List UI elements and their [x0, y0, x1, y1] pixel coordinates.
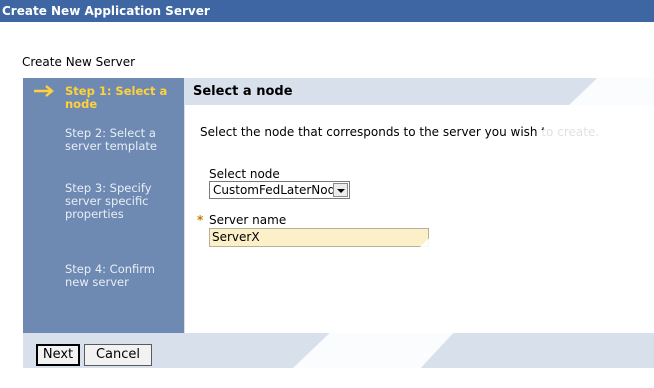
- next-button[interactable]: Next: [36, 344, 80, 366]
- required-marker: *: [197, 213, 204, 227]
- server-name-label: Server name: [209, 213, 287, 227]
- cancel-button[interactable]: Cancel: [84, 344, 152, 366]
- wizard-step-1: Step 1: Select a node: [65, 84, 168, 111]
- content-description: Select the node that corresponds to the …: [200, 125, 600, 139]
- content-header: Select a node: [185, 78, 654, 105]
- section-title: Create New Server: [22, 55, 136, 69]
- arrow-right-icon: [34, 85, 54, 97]
- select-node-label: Select node: [209, 167, 280, 181]
- select-node-value: CustomFedLaterNode: [213, 183, 343, 197]
- wizard-step-4: Step 4: Confirm new server: [65, 262, 156, 289]
- wizard-steps-panel: Step 1: Select a node Step 2: Select a s…: [23, 78, 184, 333]
- server-name-input[interactable]: ServerX: [209, 228, 429, 247]
- button-bar: Next Cancel: [23, 333, 654, 368]
- select-node-dropdown[interactable]: CustomFedLaterNode: [209, 181, 350, 199]
- chevron-down-icon[interactable]: [333, 183, 348, 197]
- wizard-content: Select a node Select the node that corre…: [184, 78, 654, 333]
- wizard-step-2: Step 2: Select a server template: [65, 126, 157, 153]
- wizard: Step 1: Select a node Step 2: Select a s…: [23, 78, 654, 368]
- window-title: Create New Application Server: [0, 0, 654, 22]
- wizard-step-3: Step 3: Specify server specific properti…: [65, 181, 152, 221]
